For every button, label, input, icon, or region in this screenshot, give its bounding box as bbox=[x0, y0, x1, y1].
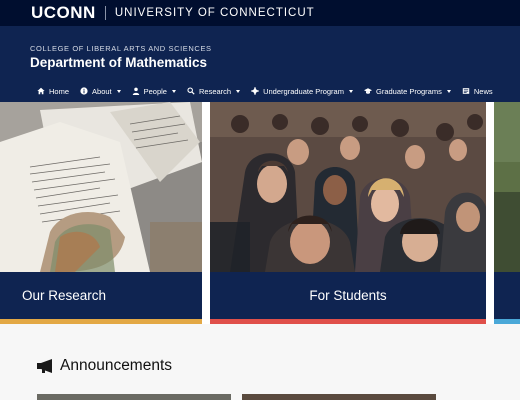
campus-photo bbox=[494, 102, 520, 272]
nav-label: People bbox=[143, 86, 167, 96]
undergrad-icon bbox=[251, 87, 259, 95]
announcement-thumbnail[interactable] bbox=[37, 394, 231, 400]
tile-label-box: For Students bbox=[210, 272, 486, 319]
tile-label-box bbox=[494, 272, 520, 319]
nav-item-research[interactable]: Research bbox=[187, 86, 241, 96]
announcements-section: Announcements bbox=[0, 324, 520, 400]
search-icon bbox=[187, 87, 195, 95]
chevron-down-icon bbox=[171, 89, 176, 93]
uconn-logo[interactable]: UCONN bbox=[31, 3, 96, 23]
nav-item-people[interactable]: People bbox=[132, 87, 176, 96]
person-icon bbox=[132, 87, 139, 95]
newspaper-icon bbox=[462, 88, 470, 94]
nav-item-undergraduate[interactable]: Undergraduate Program bbox=[251, 87, 353, 96]
nav-item-home[interactable]: Home bbox=[37, 87, 69, 96]
announcements-heading: Announcements bbox=[60, 357, 173, 374]
tile-our-research[interactable]: Our Research bbox=[0, 102, 202, 324]
chevron-down-icon bbox=[236, 89, 241, 93]
nav-item-graduate[interactable]: Graduate Programs bbox=[363, 86, 451, 96]
students-lecture-photo bbox=[210, 102, 486, 272]
info-icon bbox=[80, 87, 88, 95]
research-papers-photo bbox=[0, 102, 202, 272]
nav-label: About bbox=[92, 86, 112, 96]
nav-item-about[interactable]: About bbox=[80, 87, 121, 96]
tile-campus[interactable] bbox=[494, 102, 520, 324]
university-bar: UCONN UNIVERSITY OF CONNECTICUT bbox=[0, 0, 520, 26]
chevron-down-icon bbox=[348, 89, 353, 93]
nav-label: Home bbox=[49, 86, 70, 96]
department-header: COLLEGE OF LIBERAL ARTS AND SCIENCES Dep… bbox=[0, 26, 520, 80]
chevron-down-icon bbox=[116, 89, 121, 93]
announcement-thumbnail[interactable] bbox=[242, 394, 436, 400]
nav-label: Research bbox=[198, 86, 232, 96]
tile-label-box: Our Research bbox=[0, 272, 202, 319]
college-name[interactable]: COLLEGE OF LIBERAL ARTS AND SCIENCES bbox=[30, 44, 212, 53]
nav-label: News bbox=[473, 86, 493, 96]
tile-label: For Students bbox=[309, 288, 387, 303]
tile-for-students[interactable]: For Students bbox=[210, 102, 486, 324]
nav-item-news[interactable]: News bbox=[462, 87, 493, 96]
nav-label: Undergraduate Program bbox=[263, 86, 344, 96]
graduation-cap-icon bbox=[363, 88, 372, 94]
megaphone-icon bbox=[37, 359, 52, 373]
logo-divider bbox=[104, 6, 106, 20]
tile-label: Our Research bbox=[22, 288, 107, 303]
department-name[interactable]: Department of Mathematics bbox=[30, 55, 207, 70]
feature-tiles: Our Research For Students bbox=[0, 102, 520, 324]
nav-label: Graduate Programs bbox=[375, 86, 442, 96]
home-icon bbox=[37, 87, 45, 95]
university-name[interactable]: UNIVERSITY OF CONNECTICUT bbox=[115, 7, 315, 19]
main-navigation: Home About People Research Undergraduate… bbox=[0, 80, 520, 102]
chevron-down-icon bbox=[446, 89, 451, 93]
